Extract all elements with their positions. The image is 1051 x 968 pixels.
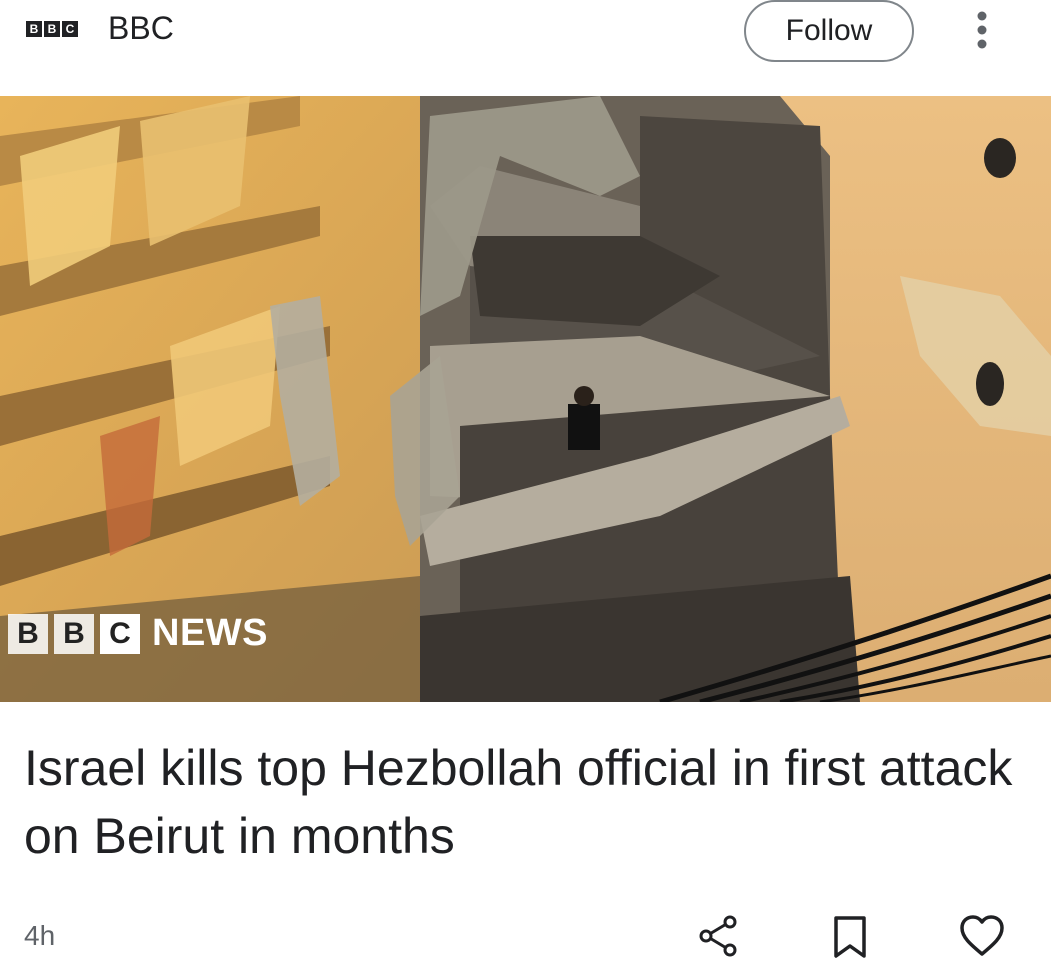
watermark-letter: C xyxy=(100,613,140,654)
article-header: B B C BBC Follow xyxy=(0,0,1051,62)
watermark-text: NEWS xyxy=(152,612,268,654)
follow-button[interactable]: Follow xyxy=(744,0,914,62)
source-name[interactable]: BBC xyxy=(108,10,174,46)
more-vert-icon[interactable] xyxy=(964,8,1000,52)
bbc-news-watermark: B B C NEWS xyxy=(8,612,268,655)
logo-letter: B xyxy=(44,21,60,37)
watermark-letter: B xyxy=(54,613,94,654)
share-icon[interactable] xyxy=(696,912,744,960)
article-headline[interactable]: Israel kills top Hezbollah official in f… xyxy=(24,734,1024,870)
bookmark-icon[interactable] xyxy=(826,912,874,960)
article-time: 4h xyxy=(24,920,56,951)
heart-icon[interactable] xyxy=(958,912,1006,960)
logo-letter: B xyxy=(26,21,42,37)
source-logo[interactable]: B B C xyxy=(26,21,78,37)
article-image[interactable]: B B C NEWS xyxy=(0,96,1051,702)
logo-letter: C xyxy=(62,21,78,37)
watermark-letter: B xyxy=(8,613,48,654)
